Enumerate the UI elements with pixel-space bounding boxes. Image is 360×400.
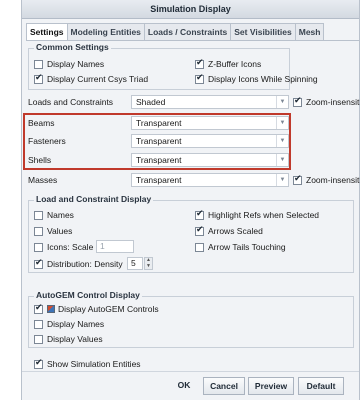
autogem-names-checkbox[interactable]: Display Names (34, 319, 104, 329)
highlight-refs-checkbox[interactable]: Highlight Refs when Selected (195, 209, 320, 220)
cancel-button[interactable]: Cancel (203, 377, 245, 395)
checkbox-box (195, 242, 204, 252)
fasteners-value: Transparent (136, 136, 182, 146)
chevron-down-icon: ▼ (276, 135, 288, 147)
checkbox-box (34, 73, 43, 84)
zoom-insensitive-loads-checkbox[interactable]: Zoom-insensitive (293, 96, 360, 107)
chevron-down-icon: ▼ (276, 117, 288, 129)
checkbox-box (34, 358, 43, 369)
masses-select[interactable]: Transparent ▼ (131, 173, 289, 187)
checkbox-box (34, 258, 43, 269)
chevron-down-icon: ▼ (276, 154, 288, 166)
tab-modeling-entities[interactable]: Modeling Entities (66, 23, 145, 40)
tab-loads-constraints[interactable]: Loads / Constraints (143, 23, 232, 40)
zoom-insensitive-masses-checkbox[interactable]: Zoom-insensitive (293, 174, 360, 185)
loads-constraints-label: Loads and Constraints (28, 97, 114, 107)
button-bar: OK Cancel Preview Default (22, 371, 359, 400)
checkbox-box (34, 59, 43, 69)
distribution-label: Distribution: Density (47, 259, 123, 269)
checkbox-box (34, 319, 43, 329)
lc-names-label: Names (47, 210, 74, 220)
shells-value: Transparent (136, 155, 182, 165)
fasteners-select[interactable]: Transparent ▼ (131, 134, 289, 148)
beams-label: Beams (28, 118, 55, 128)
csys-triad-checkbox[interactable]: Display Current Csys Triad (34, 73, 149, 84)
ok-button[interactable]: OK (169, 377, 199, 395)
beams-value: Transparent (136, 118, 182, 128)
chevron-down-icon: ▼ (276, 96, 288, 108)
icons-spinning-label: Display Icons While Spinning (208, 74, 318, 84)
lc-names-checkbox[interactable]: Names (34, 210, 74, 220)
icons-scale-label: Icons: Scale (47, 242, 94, 252)
masses-value: Transparent (136, 175, 182, 185)
simulation-display-dialog: Simulation Display Settings Modeling Ent… (21, 0, 360, 400)
tab-settings[interactable]: Settings (26, 23, 68, 41)
display-names-label: Display Names (47, 59, 105, 69)
show-sim-entities-checkbox[interactable]: Show Simulation Entities (34, 358, 141, 369)
autogem-values-label: Display Values (47, 334, 103, 344)
display-names-checkbox[interactable]: Display Names (34, 59, 104, 69)
checkbox-box (34, 210, 43, 220)
loads-constraints-value: Shaded (136, 97, 166, 107)
zbuffer-icons-checkbox[interactable]: Z-Buffer Icons (195, 58, 262, 69)
checkbox-box (293, 174, 302, 185)
autogem-controls-label: Display AutoGEM Controls (58, 304, 159, 314)
arrow-tails-checkbox[interactable]: Arrow Tails Touching (195, 242, 286, 252)
csys-triad-label: Display Current Csys Triad (47, 74, 149, 84)
checkbox-box (195, 225, 204, 236)
checkbox-box (34, 334, 43, 344)
arrows-scaled-checkbox[interactable]: Arrows Scaled (195, 225, 263, 236)
highlight-refs-label: Highlight Refs when Selected (208, 210, 320, 220)
default-button[interactable]: Default (298, 377, 344, 395)
zbuffer-icons-label: Z-Buffer Icons (208, 59, 262, 69)
lc-values-label: Values (47, 226, 73, 236)
arrows-scaled-label: Arrows Scaled (208, 226, 263, 236)
preview-button[interactable]: Preview (248, 377, 294, 395)
icons-scale-input[interactable]: 1 (96, 240, 134, 253)
density-input[interactable]: 5 (127, 257, 143, 270)
chevron-down-icon: ▼ (276, 174, 288, 186)
checkbox-box (195, 209, 204, 220)
autogem-names-label: Display Names (47, 319, 105, 329)
beams-select[interactable]: Transparent ▼ (131, 116, 289, 130)
lc-values-checkbox[interactable]: Values (34, 226, 72, 236)
checkbox-box (34, 303, 43, 314)
icons-scale-checkbox[interactable]: Icons: Scale (34, 242, 93, 252)
checkbox-box (293, 96, 302, 107)
fasteners-label: Fasteners (28, 136, 66, 146)
icons-spinning-checkbox[interactable]: Display Icons While Spinning (195, 73, 318, 84)
tab-mesh[interactable]: Mesh (294, 23, 325, 40)
zoom-insensitive-label: Zoom-insensitive (306, 97, 360, 107)
show-sim-entities-label: Show Simulation Entities (47, 359, 141, 369)
tab-divider (26, 40, 359, 41)
shells-label: Shells (28, 155, 52, 165)
load-constraint-display-heading: Load and Constraint Display (34, 194, 154, 204)
checkbox-box (195, 58, 204, 69)
window-title: Simulation Display (22, 0, 359, 19)
arrow-tails-label: Arrow Tails Touching (208, 242, 286, 252)
loads-constraints-select[interactable]: Shaded ▼ (131, 95, 289, 109)
checkbox-box (195, 73, 204, 84)
autogem-controls-checkbox[interactable]: Display AutoGEM Controls (34, 303, 159, 314)
autogem-icon (47, 305, 55, 313)
tab-set-visibilities[interactable]: Set Visibilities (230, 23, 296, 40)
checkbox-box (34, 242, 43, 252)
distribution-checkbox[interactable]: Distribution: Density (34, 258, 123, 269)
density-spinner[interactable]: ▲ ▼ (144, 257, 153, 270)
masses-label: Masses (28, 175, 58, 185)
checkbox-box (34, 226, 43, 236)
common-settings-heading: Common Settings (34, 42, 111, 52)
autogem-heading: AutoGEM Control Display (34, 290, 142, 300)
shells-select[interactable]: Transparent ▼ (131, 153, 289, 167)
tab-bar: Settings Modeling Entities Loads / Const… (26, 23, 325, 41)
autogem-values-checkbox[interactable]: Display Values (34, 334, 103, 344)
zoom-insensitive-label: Zoom-insensitive (306, 175, 360, 185)
